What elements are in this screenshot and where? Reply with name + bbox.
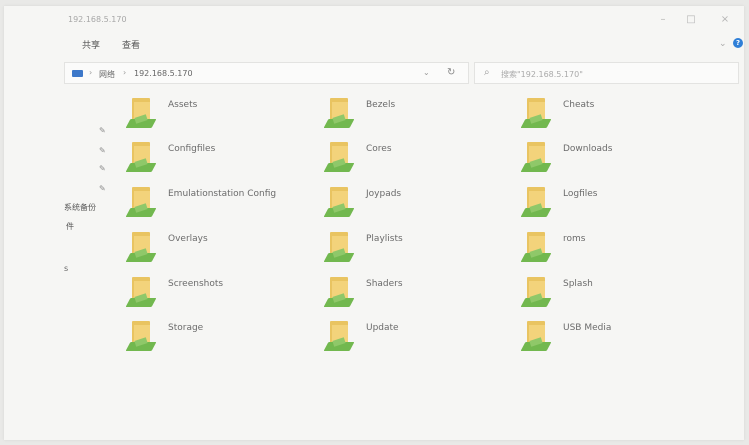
folder-name: Assets (168, 100, 198, 110)
shared-folder-icon (323, 94, 356, 130)
shared-folder-icon (323, 183, 356, 219)
folder-item[interactable]: USB Media (520, 317, 713, 355)
folder-name: Storage (168, 323, 204, 333)
folder-name: Update (366, 323, 399, 333)
folder-item[interactable]: Downloads (520, 138, 713, 176)
shared-folder-icon (520, 273, 553, 309)
shared-folder-icon (125, 138, 158, 174)
folder-name: Shaders (366, 279, 403, 289)
folder-item[interactable]: Emulationstation Config (125, 183, 318, 221)
folder-item[interactable]: Screenshots (125, 273, 318, 311)
explorer-window: 192.168.5.170 – □ × 共享 查看 ⌄ ? › 网络 › 192… (4, 6, 744, 440)
shared-folder-icon (323, 317, 356, 353)
shared-folder-icon (125, 317, 158, 353)
folder-item[interactable]: Splash (520, 273, 713, 311)
folder-name: Screenshots (168, 279, 224, 289)
folder-name: Downloads (563, 144, 613, 154)
folder-item[interactable]: Shaders (323, 273, 516, 311)
shared-folder-icon (520, 317, 553, 353)
folder-name: Configfiles (168, 144, 216, 154)
shared-folder-icon (323, 273, 356, 309)
folder-item[interactable]: Logfiles (520, 183, 713, 221)
shared-folder-icon (520, 94, 553, 130)
folder-item[interactable]: Bezels (323, 94, 516, 132)
shared-folder-icon (323, 138, 356, 174)
folder-item[interactable]: roms (520, 228, 713, 266)
shared-folder-icon (323, 228, 356, 264)
shared-folder-icon (520, 138, 553, 174)
shared-folder-icon (125, 183, 158, 219)
folder-name: Playlists (366, 234, 403, 244)
shared-folder-icon (125, 273, 158, 309)
folder-item[interactable]: Cores (323, 138, 516, 176)
folder-name: Splash (563, 279, 593, 289)
shared-folder-icon (125, 94, 158, 130)
folder-item[interactable]: Cheats (520, 94, 713, 132)
shared-folder-icon (520, 228, 553, 264)
folder-name: Joypads (366, 189, 402, 199)
folder-name: Logfiles (563, 189, 598, 199)
folder-item[interactable]: Update (323, 317, 516, 355)
folder-name: Bezels (366, 100, 396, 110)
shared-folder-icon (125, 228, 158, 264)
folder-item[interactable]: Configfiles (125, 138, 318, 176)
shared-folder-icon (520, 183, 553, 219)
folder-item[interactable]: Joypads (323, 183, 516, 221)
folder-name: USB Media (563, 323, 612, 333)
folder-name: Overlays (168, 234, 208, 244)
folder-name: Cheats (563, 100, 595, 110)
folder-name: roms (563, 234, 586, 244)
folder-name: Emulationstation Config (168, 189, 277, 199)
folder-item[interactable]: Playlists (323, 228, 516, 266)
folder-item[interactable]: Storage (125, 317, 318, 355)
folder-grid: Assets Bezels Cheats Configfiles Cores Downlo… (4, 6, 744, 440)
folder-item[interactable]: Assets (125, 94, 318, 132)
folder-name: Cores (366, 144, 392, 154)
folder-item[interactable]: Overlays (125, 228, 318, 266)
